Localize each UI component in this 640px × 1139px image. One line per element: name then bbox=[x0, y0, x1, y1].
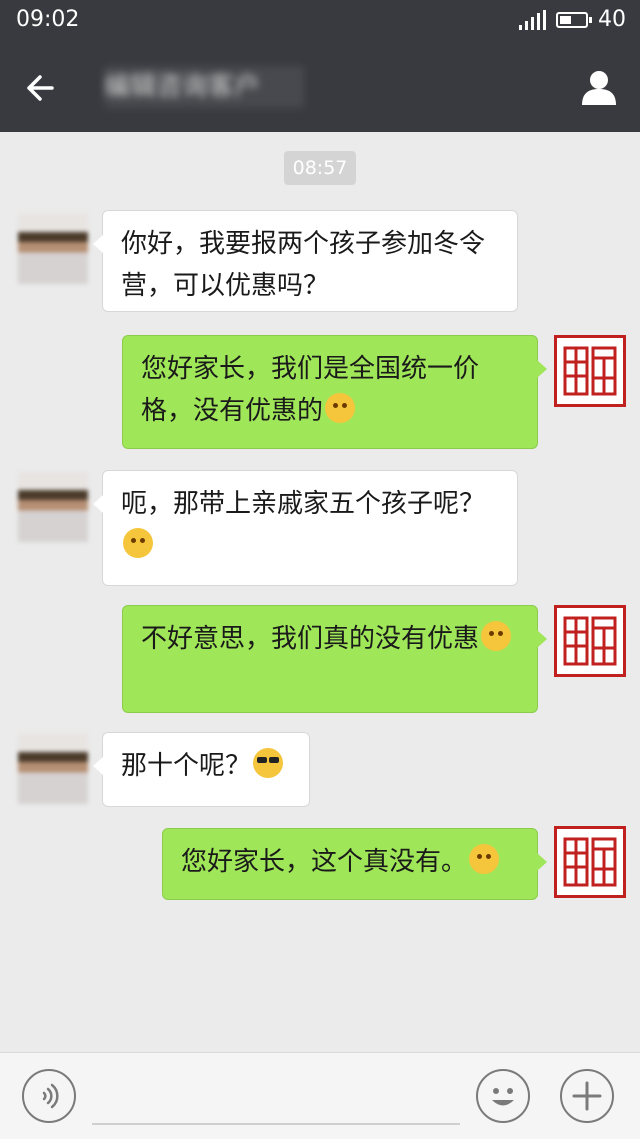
signal-icon bbox=[519, 9, 546, 30]
message-bubble-incoming[interactable]: 你好，我要报两个孩子参加冬令营，可以优惠吗？ bbox=[93, 210, 518, 312]
message-input[interactable] bbox=[92, 1123, 460, 1125]
back-arrow-icon[interactable] bbox=[22, 68, 62, 108]
seal-icon bbox=[563, 616, 617, 666]
facepalm-emoji-icon bbox=[469, 844, 500, 874]
battery-icon bbox=[556, 11, 592, 28]
message-bubble-incoming[interactable]: 那十个呢？ bbox=[93, 732, 310, 807]
message-bubble-incoming[interactable]: 呃，那带上亲戚家五个孩子呢？ bbox=[93, 470, 518, 586]
seal-icon bbox=[563, 837, 617, 887]
message-text: 你好，我要报两个孩子参加冬令营，可以优惠吗？ bbox=[121, 229, 486, 301]
avatar-seal[interactable] bbox=[554, 335, 626, 407]
message-text: 您好家长，这个真没有。 bbox=[181, 847, 468, 877]
pleading-emoji-icon bbox=[123, 528, 153, 558]
message-bubble-outgoing[interactable]: 不好意思，我们真的没有优惠 bbox=[122, 605, 547, 713]
battery-level: 40 bbox=[598, 7, 626, 32]
emoji-icon[interactable] bbox=[476, 1069, 530, 1123]
heart-eyes-emoji-icon bbox=[481, 621, 512, 651]
person-icon[interactable] bbox=[580, 68, 618, 106]
message-text: 您好家长，我们是全国统一价格，没有优惠的 bbox=[141, 354, 480, 426]
status-icons: 40 bbox=[519, 7, 626, 32]
avatar-seal[interactable] bbox=[554, 826, 626, 898]
status-bar: 09:02 40 bbox=[0, 0, 640, 42]
avatar-seal[interactable] bbox=[554, 605, 626, 677]
timestamp: 08:57 bbox=[284, 151, 356, 185]
message-bubble-outgoing[interactable]: 您好家长，我们是全国统一价格，没有优惠的 bbox=[122, 335, 547, 449]
avatar[interactable] bbox=[18, 734, 88, 804]
message-text: 不好意思，我们真的没有优惠 bbox=[141, 624, 480, 654]
seal-icon bbox=[563, 346, 617, 396]
message-text: 呃，那带上亲戚家五个孩子呢？ bbox=[121, 489, 486, 519]
input-bar bbox=[0, 1052, 640, 1139]
plus-icon[interactable] bbox=[560, 1069, 614, 1123]
chat-area[interactable]: 08:57 你好，我要报两个孩子参加冬令营，可以优惠吗？ 您好家长，我们是全国统… bbox=[0, 132, 640, 1052]
avatar[interactable] bbox=[18, 214, 88, 284]
chat-header: 编辑咨询客户 bbox=[0, 42, 640, 132]
smile-emoji-icon bbox=[325, 393, 356, 423]
voice-icon[interactable] bbox=[22, 1069, 76, 1123]
chat-title: 编辑咨询客户 bbox=[104, 66, 304, 108]
sunglasses-emoji-icon bbox=[253, 748, 284, 778]
status-time: 09:02 bbox=[16, 7, 80, 32]
message-bubble-outgoing[interactable]: 您好家长，这个真没有。 bbox=[162, 828, 547, 900]
message-text: 那十个呢？ bbox=[121, 751, 252, 781]
avatar[interactable] bbox=[18, 472, 88, 542]
